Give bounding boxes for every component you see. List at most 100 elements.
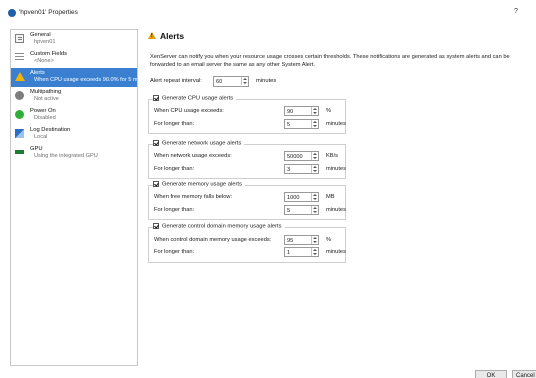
- sidebar-item-title: Power On: [30, 108, 56, 114]
- memory-duration-unit: minutes: [326, 207, 346, 213]
- control-domain-alert-toggle[interactable]: Generate control domain memory usage ale…: [153, 223, 285, 230]
- sidebar-item-custom-fields[interactable]: Custom Fields <None>: [11, 49, 137, 68]
- window-title: 'hpven01' Properties: [19, 9, 78, 16]
- cpu-threshold-unit: %: [326, 108, 332, 114]
- sidebar-item-power-on[interactable]: Power On Disabled: [11, 106, 137, 125]
- sidebar-item-title: General: [30, 32, 51, 38]
- general-icon: [15, 34, 24, 43]
- control-domain-alert-legend: Generate control domain memory usage ale…: [162, 223, 282, 230]
- sidebar-item-title: Alerts: [30, 70, 45, 76]
- sidebar-item-general[interactable]: General hpven01: [11, 30, 137, 49]
- checkbox-checked-icon[interactable]: [153, 140, 159, 146]
- memory-threshold-value[interactable]: 1000: [287, 195, 299, 201]
- memory-threshold-label: When free memory falls below:: [154, 194, 233, 200]
- properties-sidebar: General hpven01 Custom Fields <None> Ale…: [10, 29, 138, 366]
- memory-threshold-stepper[interactable]: 1000: [284, 192, 319, 202]
- network-duration-label: For longer than:: [154, 166, 195, 172]
- network-threshold-stepper[interactable]: 50000: [284, 151, 319, 161]
- sidebar-item-gpu[interactable]: GPU Using the integrated GPU: [11, 144, 137, 163]
- cpu-alert-toggle[interactable]: Generate CPU usage alerts: [153, 95, 237, 102]
- sidebar-item-title: Log Destination: [30, 127, 71, 133]
- sidebar-item-subtitle: Local: [34, 134, 48, 140]
- power-icon: [15, 110, 24, 119]
- network-threshold-unit: KB/s: [326, 153, 339, 159]
- sidebar-item-alerts[interactable]: Alerts When CPU usage exceeds 90.0% for …: [11, 68, 137, 87]
- page-title: Alerts: [160, 31, 185, 41]
- alerts-description: XenServer can notify you when your resou…: [150, 54, 510, 68]
- memory-duration-stepper[interactable]: 5: [284, 205, 319, 215]
- sidebar-item-title: Multipathing: [30, 89, 62, 95]
- spin-arrows-icon[interactable]: [311, 165, 318, 173]
- sidebar-item-subtitle: Not active: [34, 96, 59, 102]
- checkbox-checked-icon[interactable]: [153, 181, 159, 187]
- network-alert-toggle[interactable]: Generate network usage alerts: [153, 140, 245, 147]
- memory-duration-value[interactable]: 5: [287, 208, 290, 214]
- control-domain-duration-label: For longer than:: [154, 249, 195, 255]
- sidebar-item-title: Custom Fields: [30, 51, 68, 57]
- sidebar-item-subtitle: When CPU usage exceeds 90.0% for 5 m...: [34, 77, 137, 83]
- network-duration-stepper[interactable]: 3: [284, 164, 319, 174]
- memory-alert-group: Generate memory usage alerts When free m…: [148, 181, 346, 220]
- spin-arrows-icon[interactable]: [311, 120, 318, 128]
- memory-duration-label: For longer than:: [154, 207, 195, 213]
- control-domain-duration-unit: minutes: [326, 249, 346, 255]
- log-destination-icon: [15, 129, 24, 138]
- cpu-alert-legend: Generate CPU usage alerts: [162, 95, 234, 102]
- sidebar-item-subtitle: Using the integrated GPU: [34, 153, 98, 159]
- repeat-interval-label: Alert repeat interval:: [150, 78, 202, 84]
- sidebar-item-multipathing[interactable]: Multipathing Not active: [11, 87, 137, 106]
- sidebar-item-title: GPU: [30, 146, 43, 152]
- help-button[interactable]: ?: [514, 8, 518, 15]
- repeat-interval-value[interactable]: 60: [216, 79, 222, 85]
- network-threshold-value[interactable]: 50000: [287, 154, 303, 160]
- ok-button[interactable]: OK: [475, 370, 507, 378]
- sidebar-item-subtitle: hpven01: [34, 39, 56, 45]
- gpu-icon: [15, 150, 24, 154]
- control-domain-threshold-unit: %: [326, 237, 332, 243]
- custom-fields-icon: [15, 53, 24, 62]
- network-duration-value[interactable]: 3: [287, 167, 290, 173]
- sidebar-item-subtitle: <None>: [34, 58, 54, 64]
- sidebar-item-log-destination[interactable]: Log Destination Local: [11, 125, 137, 144]
- repeat-interval-unit: minutes: [256, 78, 277, 84]
- spin-arrows-icon[interactable]: [311, 193, 318, 201]
- memory-alert-legend: Generate memory usage alerts: [162, 181, 242, 188]
- spin-arrows-icon[interactable]: [241, 77, 248, 85]
- cpu-threshold-value[interactable]: 90: [287, 109, 293, 115]
- repeat-interval-stepper[interactable]: 60: [213, 76, 249, 87]
- control-domain-threshold-value[interactable]: 95: [287, 238, 293, 244]
- control-domain-threshold-label: When control domain memory usage exceeds…: [154, 237, 272, 243]
- cpu-duration-value[interactable]: 5: [287, 122, 290, 128]
- cpu-threshold-label: When CPU usage exceeds:: [154, 108, 224, 114]
- control-domain-duration-value[interactable]: 1: [287, 250, 290, 256]
- checkbox-checked-icon[interactable]: [153, 223, 159, 229]
- network-alert-group: Generate network usage alerts When netwo…: [148, 140, 346, 179]
- control-domain-alert-group: Generate control domain memory usage ale…: [148, 223, 346, 263]
- spin-arrows-icon[interactable]: [311, 236, 318, 244]
- network-alert-legend: Generate network usage alerts: [162, 140, 242, 147]
- cancel-button[interactable]: Cancel: [512, 370, 536, 378]
- memory-alert-toggle[interactable]: Generate memory usage alerts: [153, 181, 245, 188]
- cpu-duration-stepper[interactable]: 5: [284, 119, 319, 129]
- spin-arrows-icon[interactable]: [311, 107, 318, 115]
- cpu-duration-label: For longer than:: [154, 121, 195, 127]
- multipathing-icon: [15, 91, 24, 100]
- sidebar-item-subtitle: Disabled: [34, 115, 56, 121]
- spin-arrows-icon[interactable]: [311, 152, 318, 160]
- memory-threshold-unit: MB: [326, 194, 335, 200]
- control-domain-duration-stepper[interactable]: 1: [284, 247, 319, 257]
- cpu-duration-unit: minutes: [326, 121, 346, 127]
- xenserver-logo-icon: [8, 9, 16, 17]
- warning-icon: [148, 32, 156, 39]
- control-domain-threshold-stepper[interactable]: 95: [284, 235, 319, 245]
- checkbox-checked-icon[interactable]: [153, 95, 159, 101]
- alert-icon: [15, 72, 25, 81]
- cpu-alert-group: Generate CPU usage alerts When CPU usage…: [148, 95, 346, 134]
- title-bar: 'hpven01' Properties ?: [0, 0, 536, 26]
- spin-arrows-icon[interactable]: [311, 206, 318, 214]
- cpu-threshold-stepper[interactable]: 90: [284, 106, 319, 116]
- alerts-panel: Alerts XenServer can notify you when you…: [145, 29, 536, 366]
- network-threshold-label: When network usage exceeds:: [154, 153, 232, 159]
- spin-arrows-icon[interactable]: [311, 248, 318, 256]
- network-duration-unit: minutes: [326, 166, 346, 172]
